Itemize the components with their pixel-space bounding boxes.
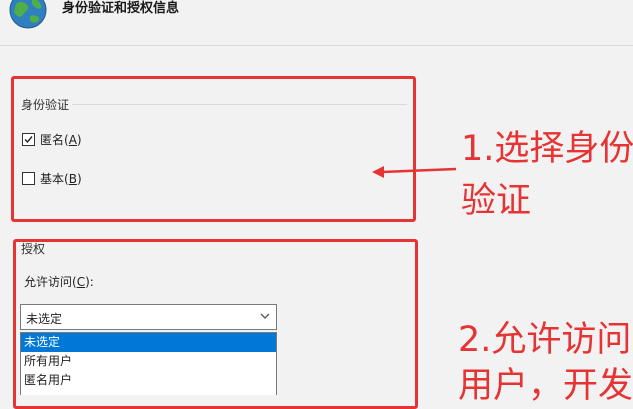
annotation-box-authorization [13, 239, 418, 409]
annotation-arrow-icon [372, 166, 457, 178]
globe-icon [9, 0, 47, 29]
annotation-step2-line2: 用户，开发 [458, 366, 633, 406]
page-title: 身份验证和授权信息 [62, 1, 180, 16]
annotation-step1-line2: 验证 [461, 181, 532, 221]
header-divider [0, 45, 633, 46]
dialog-header: 身份验证和授权信息 [0, 0, 633, 46]
annotation-step1-line1: 1.选择身份 [461, 129, 633, 169]
annotation-step2-line1: 2.允许访问 [458, 320, 632, 360]
annotation-box-authentication [11, 76, 416, 222]
